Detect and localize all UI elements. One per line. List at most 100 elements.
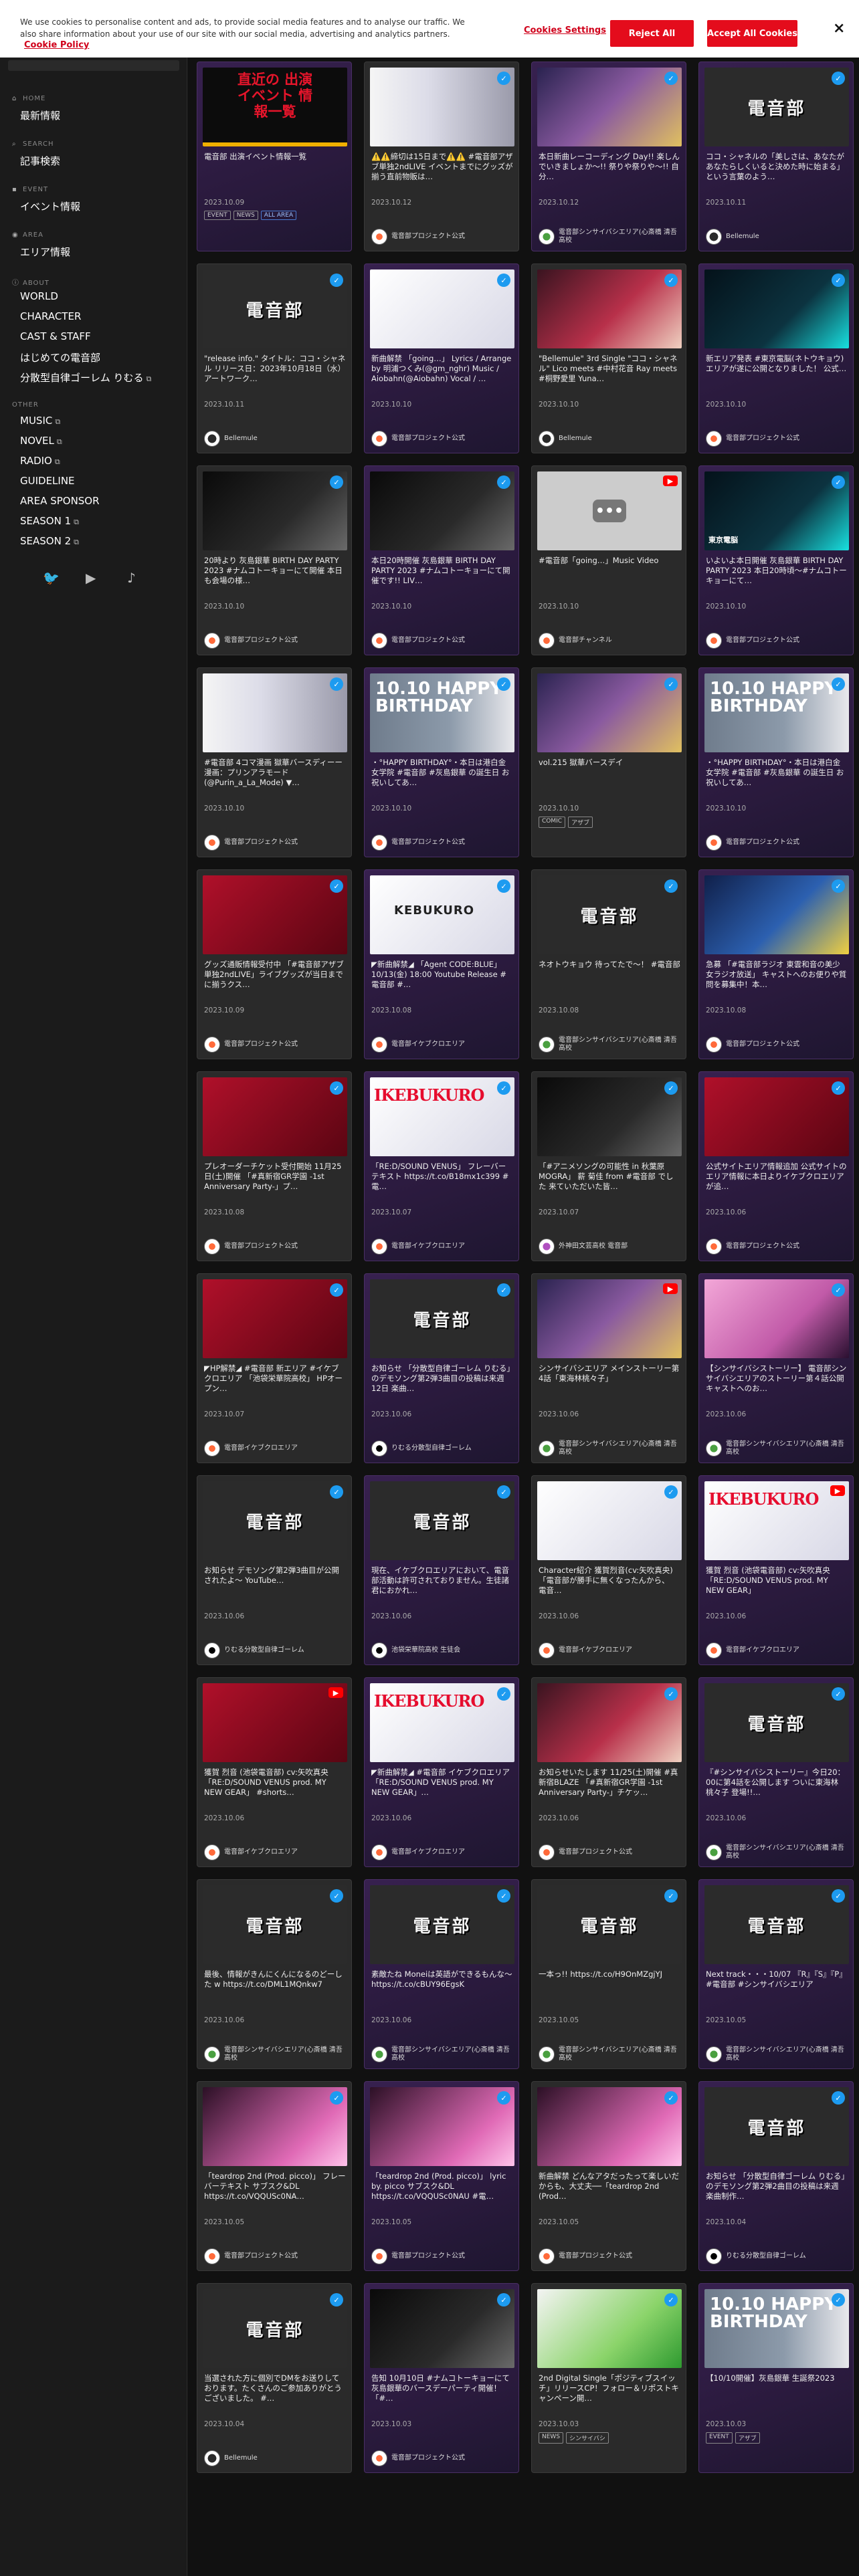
card-account[interactable]: りむる分散型自律ゴーレム	[204, 1640, 346, 1660]
cookie-policy-link[interactable]: Cookie Policy	[24, 40, 89, 50]
card-account[interactable]: 電音部イケブクロエリア	[371, 1237, 513, 1257]
feed-card[interactable]: 電音部 ✓ 当選された方に個別でDMをお送りしております。たくさんのご参加ありがとう…	[197, 2283, 352, 2473]
nav-latest[interactable]: 最新情報	[20, 108, 60, 122]
card-tag[interactable]: シンサイバシ	[566, 2432, 609, 2444]
card-account[interactable]: 電音部シンサイバシエリア(心斎橋 清吾高校	[706, 1842, 848, 1862]
card-tag[interactable]: COMIC	[539, 817, 566, 828]
card-account[interactable]: 電音部プロジェクト公式	[539, 2246, 680, 2266]
feed-card[interactable]: ✓ Character紹介 獲賀烈音(cv:矢吹真央) 「電音部が勝手に無くなった…	[531, 1475, 686, 1665]
card-account[interactable]: 電音部プロジェクト公式	[204, 1035, 346, 1055]
card-tag[interactable]: ALL AREA	[260, 211, 297, 220]
card-account[interactable]: 外神田文芸高校 電音部	[539, 1237, 680, 1257]
card-account[interactable]: 電音部イケブクロエリア	[371, 1842, 513, 1862]
card-account[interactable]: 電音部プロジェクト公式	[371, 2246, 513, 2266]
card-account[interactable]: 電音部イケブクロエリア	[706, 1640, 848, 1660]
feed-card[interactable]: ✓ グッズ通販情報受付中 「#電音部アザブ単独2ndLIVE」ライブグッズが当日ま…	[197, 869, 352, 1059]
feed-card[interactable]: ✓ 【シンサイバシストーリー】 電音部シンサイバシエリアのストーリー第４話公開 キ…	[698, 1273, 854, 1463]
card-account[interactable]: 電音部イケブクロエリア	[204, 1438, 346, 1459]
nav-season2[interactable]: SEASON 2 ⧉	[20, 535, 79, 547]
feed-card[interactable]: 直近の 出演イベント 情報一覧 電音部 出演イベント情報一覧 2023.10.09 E…	[197, 62, 352, 251]
card-tag[interactable]: アザブ	[735, 2432, 760, 2444]
card-account[interactable]: 電音部プロジェクト公式	[204, 2246, 346, 2266]
feed-card[interactable]: 電音部 ✓ ネオトウキョウ 待ってたで〜！ #電音部 2023.10.08 電音部シンサ…	[531, 869, 686, 1059]
accept-all-button[interactable]: Accept All Cookies	[707, 20, 797, 47]
feed-card[interactable]: ✓ 本日新曲レーコーディング Day!! 楽しんでいきましょか〜!! 祭りや祭りや…	[531, 62, 686, 251]
feed-card[interactable]: ✓ #電音部 4コマ漫画 獄華バースディーー 漫画：プリンアラモード(@Purin…	[197, 667, 352, 857]
feed-card[interactable]: 電音部 ✓ "release info." タイトル：ココ・シャネル リリース日：2…	[197, 263, 352, 453]
nav-guideline[interactable]: GUIDELINE	[20, 475, 75, 487]
card-tag[interactable]: EVENT	[706, 2432, 733, 2444]
feed-card[interactable]: ✓ 新曲解禁 「going…」 Lyrics / Arrange by 明浦つくみ…	[364, 263, 519, 453]
feed-card[interactable]: ▶ シンサイバシエリア メインストーリー第4話「東海林桃々子」 2023.10.06…	[531, 1273, 686, 1463]
card-tag[interactable]: EVENT	[204, 211, 231, 220]
card-account[interactable]: 電音部プロジェクト公式	[371, 429, 513, 449]
feed-card[interactable]: ✓ ⚠️⚠️締切は15日まで⚠️⚠️ #電音部アザブ単独2ndLIVE イベントま…	[364, 62, 519, 251]
feed-card[interactable]: ✓ 告知 10月10日 #ナムコトーキョーにて 灰島銀華のバースデーパーティ開催！…	[364, 2283, 519, 2473]
feed-card[interactable]: ✓ 新曲解禁 どんなアタだったって楽しいだからも、大丈夫──「teardrop 2…	[531, 2081, 686, 2271]
nav-article-search[interactable]: 記事検索	[20, 154, 60, 168]
card-account[interactable]: 電音部シンサイバシエリア(心斎橋 清吾高校	[539, 227, 680, 247]
card-account[interactable]: 電音部プロジェクト公式	[204, 631, 346, 651]
feed-card[interactable]: ✓ 新エリア発表 #東京電脳(ネトウキョウ)エリアが遂に公開となりました！ 公式……	[698, 263, 854, 453]
feed-card[interactable]: ✓ 「#アニメソングの可能性 in 秋葉原MOGRA」 薪 菊佳 from #電音…	[531, 1071, 686, 1261]
feed-card[interactable]: ✓ "Bellemule" 3rd Single "ココ・シャネル" Lico m…	[531, 263, 686, 453]
feed-card[interactable]: ✓ 本日20時開催 灰島銀華 BIRTH DAY PARTY 2023 #ナムコト…	[364, 465, 519, 655]
card-account[interactable]: 電音部プロジェクト公式	[706, 1237, 848, 1257]
feed-card[interactable]: 10.10 HAPPY BIRTHDAY ✓ ・°HAPPY BIRTHDAY°・本…	[364, 667, 519, 857]
youtube-icon[interactable]: ▶	[86, 570, 96, 586]
card-account[interactable]: 電音部プロジェクト公式	[706, 1035, 848, 1055]
feed-card[interactable]: ✓ 公式サイトエリア情報追加 公式サイトのエリア情報に本日よりイケブクロエリアが追…	[698, 1071, 854, 1261]
cookie-settings-link[interactable]: Cookies Settings	[524, 25, 606, 35]
feed-card[interactable]: 電音部 ✓ お知らせ 「分散型自律ゴーレム りむる」のデモソング第2弾2曲目の投稿は…	[698, 2081, 854, 2271]
nav-character[interactable]: CHARACTER	[20, 310, 81, 322]
card-account[interactable]: 電音部チャンネル	[539, 631, 680, 651]
feed-card[interactable]: 電音部 ✓ 現在、イケブクロエリアにおいて、電音部活動は許可されておりません。生徒諸…	[364, 1475, 519, 1665]
feed-card[interactable]: 10.10 HAPPY BIRTHDAY ✓ 【10/10開催】灰島銀華 生誕祭20…	[698, 2283, 854, 2473]
card-tag[interactable]: NEWS	[539, 2432, 564, 2444]
reject-all-button[interactable]: Reject All	[610, 20, 694, 47]
nav-season1[interactable]: SEASON 1 ⧉	[20, 515, 79, 527]
nav-area-sponsor[interactable]: AREA SPONSOR	[20, 495, 100, 507]
feed-card[interactable]: 電音部 ✓ お知らせ 「分散型自律ゴーレム りむる」のデモソング第2弾3曲目の投稿は…	[364, 1273, 519, 1463]
feed-card[interactable]: ✓ ◤HP解禁◢ #電音部 新エリア #イケブクロエリア 「池袋栄華院高校」 HP…	[197, 1273, 352, 1463]
feed-card[interactable]: ✓ 「teardrop 2nd (Prod. picco)」 lyric by. …	[364, 2081, 519, 2271]
feed-card[interactable]: KEBUKURO ✓ ◤新曲解禁◢ 「Agent CODE:BLUE」 10/13(…	[364, 869, 519, 1059]
card-account[interactable]: 電音部イケブクロエリア	[539, 1640, 680, 1660]
nav-cast-staff[interactable]: CAST & STAFF	[20, 330, 91, 342]
card-account[interactable]: 電音部イケブクロエリア	[204, 1842, 346, 1862]
feed-card[interactable]: 電音部 ✓ 素敵たね Moneiは英語ができるもんな〜 https://t.co/c…	[364, 1879, 519, 2069]
card-account[interactable]: 電音部イケブクロエリア	[371, 1035, 513, 1055]
feed-card[interactable]: ✓ 2nd Digital Single「ポジティブスイッチ」リリースCP！フォロ…	[531, 2283, 686, 2473]
card-account[interactable]: 池袋栄華院高校 生徒会	[371, 1640, 513, 1660]
card-account[interactable]: Bellemule	[204, 429, 346, 449]
card-account[interactable]: 電音部プロジェクト公式	[204, 1237, 346, 1257]
twitter-icon[interactable]: 🐦	[43, 570, 60, 586]
feed-card[interactable]: 電音部 ✓ お知らせ デモソング第2弾3曲目が公開されたよ〜 YouTube… 202…	[197, 1475, 352, 1665]
feed-card[interactable]: 電音部 ✓ Next track・・・10/07 『R』『S』『P』 #電音部 #シ…	[698, 1879, 854, 2069]
feed-card[interactable]: 電音部 ✓ ココ・シャネルの「美しさは、あなたがあなたらしくいると決めた時に始まる」…	[698, 62, 854, 251]
card-account[interactable]: Bellemule	[539, 429, 680, 449]
card-account[interactable]: 電音部プロジェクト公式	[539, 1842, 680, 1862]
card-account[interactable]: 電音部シンサイバシエリア(心斎橋 清吾高校	[539, 2044, 680, 2064]
close-icon[interactable]: ×	[833, 20, 845, 37]
nav-novel[interactable]: NOVEL ⧉	[20, 435, 62, 447]
card-account[interactable]: 電音部シンサイバシエリア(心斎橋 清吾高校	[539, 1035, 680, 1055]
nav-area-info[interactable]: エリア情報	[20, 245, 70, 259]
feed-card[interactable]: ✓ 「teardrop 2nd (Prod. picco)」 フレーバーテキスト …	[197, 2081, 352, 2271]
feed-card[interactable]: ▶ 獲賀 烈音 (池袋電音部) cv:矢吹真央「RE:D/SOUND VENUS …	[197, 1677, 352, 1867]
feed-card[interactable]: ✓ プレオーダーチケット受付開始 11月25日(土)開催 「#真新宿GR学園 -1…	[197, 1071, 352, 1261]
card-account[interactable]: 電音部プロジェクト公式	[204, 833, 346, 853]
feed-card[interactable]: 電音部 ✓ 最後、情報がきんにくんになるのどーした w https://t.co/D…	[197, 1879, 352, 2069]
feed-card[interactable]: IKEBUKURO ▶ 獲賀 烈音 (池袋電音部) cv:矢吹真央「RE:D/SOU…	[698, 1475, 854, 1665]
card-tag[interactable]: アザブ	[568, 817, 593, 828]
search-input[interactable]	[8, 60, 179, 71]
feed-card[interactable]: ••• ▶ #電音部「going…」Music Video 2023.10.10 電音部…	[531, 465, 686, 655]
card-account[interactable]: りむる分散型自律ゴーレム	[371, 1438, 513, 1459]
card-account[interactable]: りむる分散型自律ゴーレム	[706, 2246, 848, 2266]
nav-event-info[interactable]: イベント情報	[20, 199, 80, 213]
nav-radio[interactable]: RADIO ⧉	[20, 455, 60, 467]
feed-card[interactable]: 東京電脳 ✓ いよいよ本日開催 灰島銀華 BIRTH DAY PARTY 2023 …	[698, 465, 854, 655]
card-account[interactable]: Bellemule	[706, 227, 848, 247]
tiktok-icon[interactable]: ♪	[127, 570, 136, 586]
feed-card[interactable]: ✓ vol.215 獄華バースデイ 2023.10.10 COMIC アザブ	[531, 667, 686, 857]
